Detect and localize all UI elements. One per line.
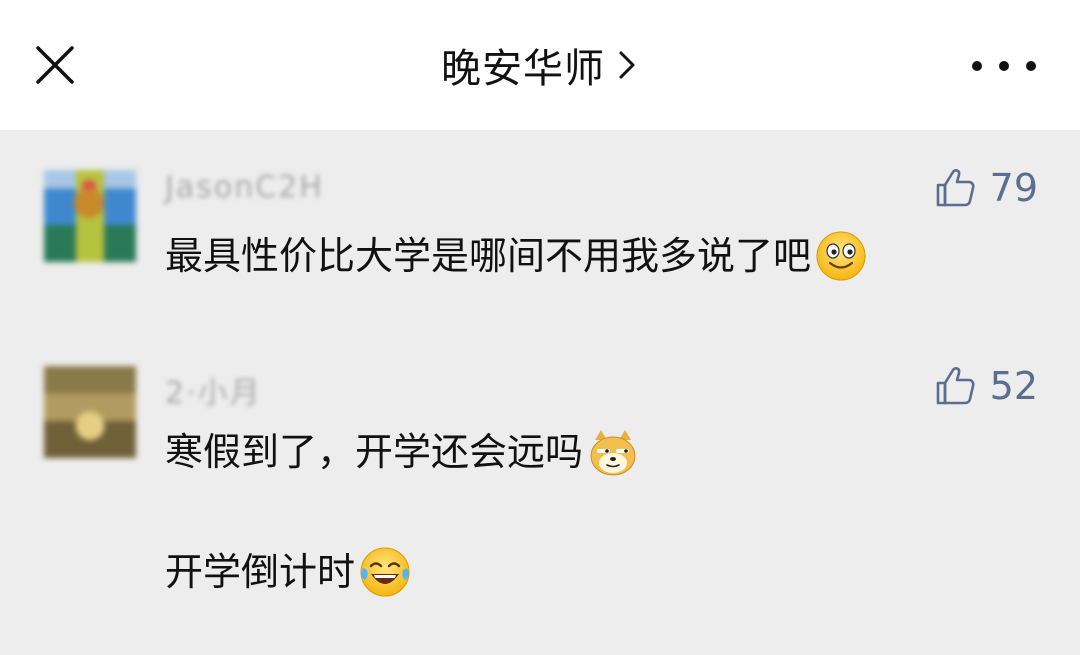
doge-emoji-icon [590,430,636,476]
chevron-right-icon [619,51,635,79]
like-button[interactable]: 79 [934,166,1038,210]
like-count: 79 [989,166,1038,210]
page-title: 晚安华师 [441,46,605,92]
comment-username[interactable]: JasonC2H [165,170,324,206]
comment-text-content: 最具性价比大学是哪间不用我多说了吧 [165,234,812,278]
title-button[interactable]: 晚安华师 [441,36,639,94]
more-icon-dot [972,61,982,71]
comment-text-content: 开学倒计时 [165,550,356,594]
comment-text: 开学倒计时 [165,546,411,598]
smile-emoji-icon [816,231,866,281]
avatar[interactable] [44,170,136,262]
more-button[interactable] [972,48,1036,84]
comment-username[interactable]: 2·小月 [165,368,262,411]
comment-text: 寒假到了，开学还会远吗 [165,426,639,478]
close-icon [36,46,74,84]
like-count: 52 [989,364,1038,408]
thumbs-up-icon [936,169,975,207]
avatar[interactable] [44,366,136,458]
like-button[interactable]: 52 [934,364,1038,408]
comment-text-content: 寒假到了，开学还会远吗 [165,430,584,474]
comment-text: 最具性价比大学是哪间不用我多说了吧 [165,230,867,282]
laugh-cry-emoji-icon [360,547,410,597]
close-button[interactable] [30,40,80,90]
more-icon-dot [999,61,1009,71]
top-bar: 晚安华师 [0,0,1080,130]
thumbs-up-icon [936,367,975,405]
more-icon-dot [1026,61,1036,71]
